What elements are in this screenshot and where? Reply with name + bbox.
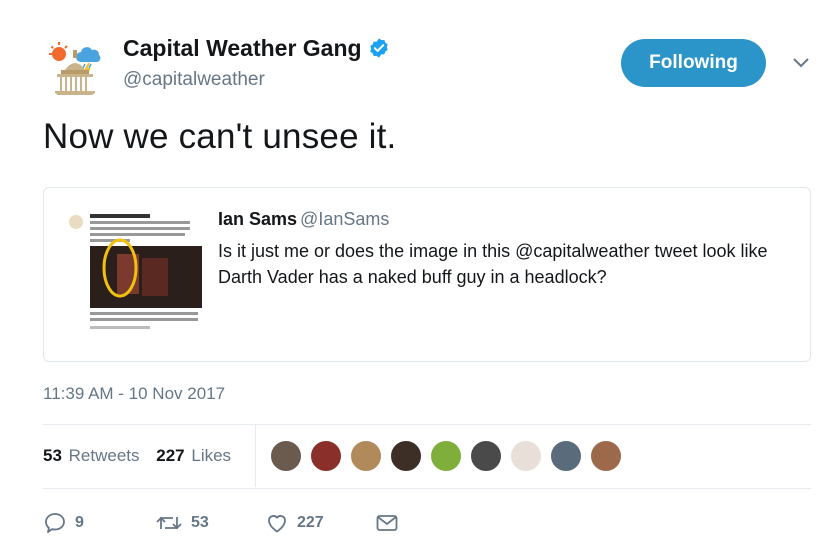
tweet-text: Now we can't unsee it.: [43, 117, 397, 156]
quoted-tweet-text: Is it just me or does the image in this …: [218, 241, 768, 287]
direct-message-button[interactable]: [375, 509, 399, 537]
reply-count: 9: [75, 514, 84, 531]
retweet-icon: [156, 516, 182, 530]
divider: [43, 424, 811, 425]
like-count: 227: [297, 514, 324, 531]
reply-button[interactable]: 9: [43, 509, 84, 537]
author-name-row[interactable]: Capital Weather Gang: [123, 35, 390, 65]
envelope-icon: [376, 515, 398, 531]
quoted-author-handle[interactable]: @IanSams: [300, 209, 389, 229]
retweet-button[interactable]: 53: [155, 509, 209, 537]
liker-avatar[interactable]: [390, 440, 422, 472]
reply-icon: [45, 513, 65, 533]
liker-avatar[interactable]: [470, 440, 502, 472]
embedded-tweet-image-icon: [62, 206, 202, 344]
author-name[interactable]: Capital Weather Gang: [123, 35, 362, 61]
liker-avatar[interactable]: [590, 440, 622, 472]
liker-avatar[interactable]: [550, 440, 582, 472]
quoted-tweet-thumbnail: [62, 206, 202, 344]
liker-avatar[interactable]: [310, 440, 342, 472]
tweet-timestamp[interactable]: 11:39 AM - 10 Nov 2017: [43, 384, 225, 404]
quoted-author-name[interactable]: Ian Sams: [218, 209, 297, 229]
following-button[interactable]: Following: [621, 39, 766, 87]
likes-label[interactable]: Likes: [191, 446, 231, 465]
liker-avatar[interactable]: [350, 440, 382, 472]
author-avatar[interactable]: [43, 36, 107, 100]
capitol-logo-icon: [43, 36, 107, 100]
quoted-author[interactable]: Ian Sams @IanSams: [218, 209, 389, 230]
author-handle[interactable]: @capitalweather: [123, 69, 265, 91]
likes-count[interactable]: 227: [156, 446, 184, 465]
verified-badge-icon: [368, 37, 390, 65]
heart-icon: [268, 515, 286, 533]
stats-separator: [255, 425, 256, 487]
retweets-count[interactable]: 53: [43, 446, 62, 465]
like-button[interactable]: 227: [265, 509, 324, 537]
liker-avatar[interactable]: [270, 440, 302, 472]
liker-avatar[interactable]: [430, 440, 462, 472]
divider: [43, 488, 811, 489]
chevron-down-icon[interactable]: [792, 56, 810, 68]
tweet-stats: 53 Retweets 227 Likes: [43, 446, 243, 466]
liker-avatar[interactable]: [510, 440, 542, 472]
quoted-tweet-card[interactable]: Ian Sams @IanSams Is it just me or does t…: [43, 187, 811, 362]
retweets-label[interactable]: Retweets: [69, 446, 140, 465]
retweet-count: 53: [191, 514, 209, 531]
